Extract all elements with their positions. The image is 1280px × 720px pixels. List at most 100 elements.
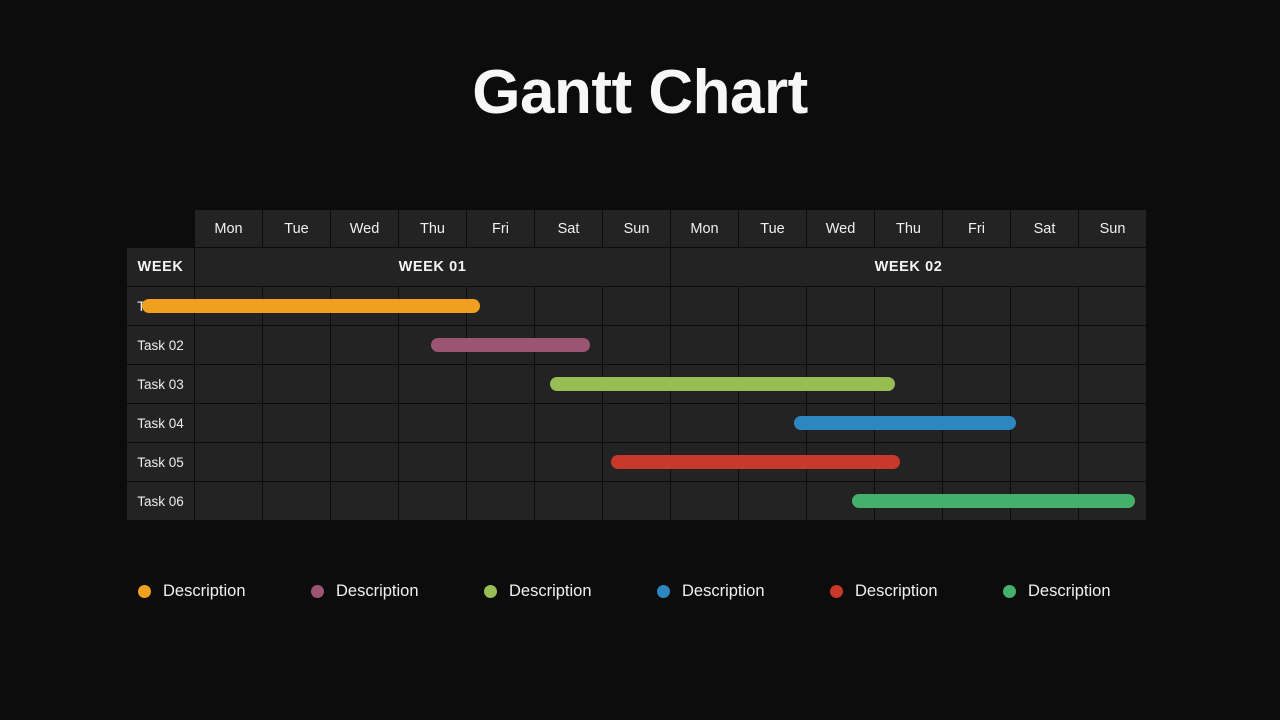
- grid-cell[interactable]: [262, 403, 331, 443]
- legend-item[interactable]: Description: [657, 582, 830, 601]
- grid-cell[interactable]: [398, 364, 467, 404]
- grid-cell[interactable]: [1010, 403, 1079, 443]
- grid-cell[interactable]: [534, 286, 603, 326]
- day-header-cell: Wed: [330, 209, 399, 248]
- grid-cell[interactable]: [602, 325, 671, 365]
- task-label: Task 02: [126, 325, 195, 365]
- grid-cell[interactable]: [806, 325, 875, 365]
- week-02-label: WEEK 02: [670, 247, 1147, 287]
- grid-cell[interactable]: [1010, 286, 1079, 326]
- gantt-bar[interactable]: [852, 493, 1135, 508]
- day-header-cell: Sun: [602, 209, 671, 248]
- grid-cell[interactable]: [738, 286, 807, 326]
- legend-dot-icon: [830, 585, 843, 598]
- legend-item[interactable]: Description: [830, 582, 1003, 601]
- task-label: Task 03: [126, 364, 195, 404]
- grid-cell[interactable]: [534, 442, 603, 482]
- grid-cell[interactable]: [398, 442, 467, 482]
- grid-cell[interactable]: [466, 403, 535, 443]
- gantt-bar[interactable]: [431, 337, 590, 352]
- grid-cell[interactable]: [534, 481, 603, 521]
- grid-cell[interactable]: [670, 286, 739, 326]
- gantt-table: Mon Tue Wed Thu Fri Sat Sun Mon Tue Wed …: [126, 209, 1147, 521]
- week-row: WEEK WEEK 01 WEEK 02: [126, 247, 1147, 287]
- grid-cell[interactable]: [330, 403, 399, 443]
- grid-cell[interactable]: [670, 325, 739, 365]
- legend-dot-icon: [138, 585, 151, 598]
- legend-item-label: Description: [336, 582, 419, 600]
- grid-cell[interactable]: [330, 442, 399, 482]
- grid-cell[interactable]: [194, 325, 263, 365]
- gantt-bar[interactable]: [794, 415, 1016, 430]
- gantt-bar[interactable]: [550, 376, 895, 391]
- legend: Description Description Description Desc…: [138, 582, 1176, 601]
- day-header-cell: Tue: [738, 209, 807, 248]
- grid-cell[interactable]: [534, 403, 603, 443]
- legend-item[interactable]: Description: [484, 582, 657, 601]
- day-header-cell: Fri: [942, 209, 1011, 248]
- grid-cell[interactable]: [942, 325, 1011, 365]
- grid-cell[interactable]: [262, 364, 331, 404]
- grid-cell[interactable]: [262, 325, 331, 365]
- gantt-chart-slide: Gantt Chart Mon Tue Wed Thu Fri Sat Sun …: [0, 0, 1280, 720]
- grid-cell[interactable]: [1078, 364, 1147, 404]
- grid-cell[interactable]: [262, 442, 331, 482]
- grid-cell[interactable]: [1078, 403, 1147, 443]
- legend-dot-icon: [484, 585, 497, 598]
- grid-cell[interactable]: [398, 403, 467, 443]
- day-header-cell: Sat: [1010, 209, 1079, 248]
- legend-item-label: Description: [509, 582, 592, 600]
- legend-dot-icon: [657, 585, 670, 598]
- grid-cell[interactable]: [1010, 442, 1079, 482]
- week-row-header: WEEK: [126, 247, 195, 287]
- day-header-cell: Wed: [806, 209, 875, 248]
- task-label: Task 04: [126, 403, 195, 443]
- grid-cell[interactable]: [602, 403, 671, 443]
- grid-cell[interactable]: [1078, 286, 1147, 326]
- grid-cell[interactable]: [194, 364, 263, 404]
- legend-item[interactable]: Description: [138, 582, 311, 601]
- grid-cell[interactable]: [466, 364, 535, 404]
- grid-cell[interactable]: [398, 481, 467, 521]
- day-header-cell: Thu: [398, 209, 467, 248]
- grid-cell[interactable]: [670, 403, 739, 443]
- grid-cell[interactable]: [1010, 325, 1079, 365]
- grid-cell[interactable]: [194, 442, 263, 482]
- page-title: Gantt Chart: [472, 58, 808, 127]
- grid-cell[interactable]: [942, 364, 1011, 404]
- grid-cell[interactable]: [874, 286, 943, 326]
- grid-cell[interactable]: [262, 481, 331, 521]
- grid-cell[interactable]: [194, 403, 263, 443]
- gantt-table-body: Mon Tue Wed Thu Fri Sat Sun Mon Tue Wed …: [126, 209, 1147, 521]
- grid-cell[interactable]: [1078, 442, 1147, 482]
- grid-cell[interactable]: [670, 481, 739, 521]
- gantt-bar[interactable]: [611, 454, 900, 469]
- grid-cell[interactable]: [466, 442, 535, 482]
- legend-item-label: Description: [1028, 582, 1111, 600]
- gantt-bar[interactable]: [142, 298, 480, 313]
- grid-cell[interactable]: [738, 481, 807, 521]
- grid-cell[interactable]: [1010, 364, 1079, 404]
- grid-cell[interactable]: [738, 325, 807, 365]
- grid-cell[interactable]: [330, 481, 399, 521]
- grid-cell[interactable]: [330, 364, 399, 404]
- legend-item-label: Description: [682, 582, 765, 600]
- day-header-cell: Mon: [670, 209, 739, 248]
- legend-item-label: Description: [163, 582, 246, 600]
- grid-cell[interactable]: [194, 481, 263, 521]
- grid-cell[interactable]: [942, 286, 1011, 326]
- grid-cell[interactable]: [602, 481, 671, 521]
- grid-cell[interactable]: [602, 286, 671, 326]
- grid-cell[interactable]: [330, 325, 399, 365]
- legend-item[interactable]: Description: [1003, 582, 1176, 601]
- grid-cell[interactable]: [1078, 325, 1147, 365]
- grid-cell[interactable]: [806, 286, 875, 326]
- header-corner-blank: [126, 209, 195, 248]
- grid-cell[interactable]: [942, 442, 1011, 482]
- legend-item[interactable]: Description: [311, 582, 484, 601]
- day-header-cell: Sat: [534, 209, 603, 248]
- grid-cell[interactable]: [466, 481, 535, 521]
- week-01-label: WEEK 01: [194, 247, 671, 287]
- grid-cell[interactable]: [874, 325, 943, 365]
- legend-dot-icon: [311, 585, 324, 598]
